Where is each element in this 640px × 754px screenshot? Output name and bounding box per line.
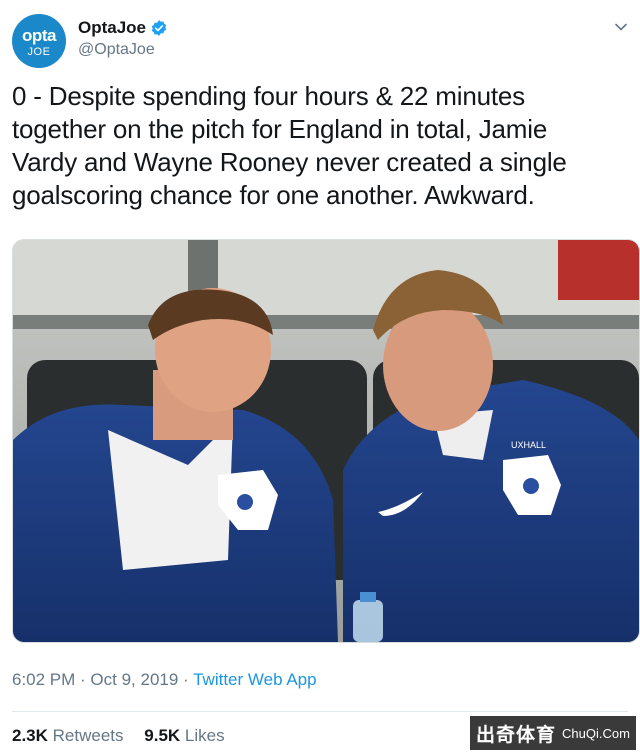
avatar-text-top: opta (22, 26, 56, 45)
chevron-down-icon[interactable] (614, 20, 628, 34)
timestamp[interactable]: 6:02 PM · Oct 9, 2019 · (12, 670, 193, 689)
display-name[interactable]: OptaJoe (78, 18, 146, 38)
verified-badge-icon (151, 20, 167, 36)
retweets-label: Retweets (52, 726, 124, 745)
watermark-sub: ChuQi.Com (562, 725, 630, 741)
tweet-stats: 2.3K Retweets 9.5K Likes (12, 726, 241, 746)
likes-count: 9.5K (144, 726, 181, 745)
handle[interactable]: @OptaJoe (78, 41, 155, 59)
tweet-photo[interactable]: UXHALL (12, 239, 640, 643)
retweets-count: 2.3K (12, 726, 48, 745)
name-row: OptaJoe (78, 18, 168, 38)
likes-label: Likes (184, 726, 225, 745)
avatar-text-bottom: JOE (27, 46, 51, 58)
likes-stat[interactable]: 9.5K Likes (144, 726, 224, 745)
photo-illustration: UXHALL (13, 240, 639, 642)
tweet-meta: 6:02 PM · Oct 9, 2019 · Twitter Web App (12, 670, 317, 690)
retweets-stat[interactable]: 2.3K Retweets (12, 726, 124, 745)
tweet-header: opta JOE OptaJoe @OptaJoe (12, 14, 628, 70)
divider (12, 711, 628, 712)
source-link[interactable]: Twitter Web App (193, 670, 316, 689)
tweet-text: 0 - Despite spending four hours & 22 min… (12, 81, 567, 210)
watermark: 出奇体育 ChuQi.Com (470, 716, 636, 750)
watermark-main: 出奇体育 (476, 724, 557, 746)
avatar[interactable]: opta JOE (12, 14, 66, 68)
shirt-lettering: UXHALL (511, 440, 546, 450)
